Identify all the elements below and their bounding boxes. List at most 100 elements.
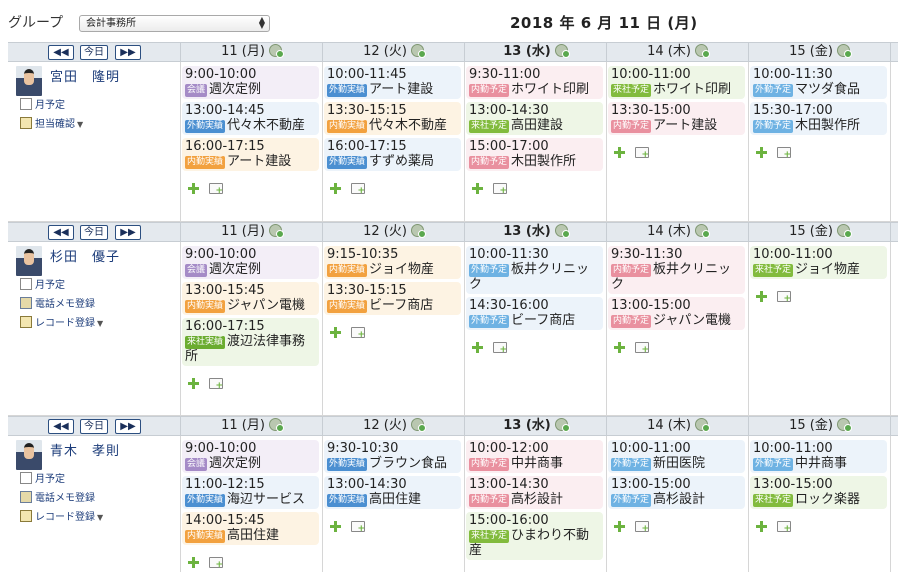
today-button[interactable]: 今日 xyxy=(80,225,108,240)
group-schedule-icon[interactable] xyxy=(268,224,284,238)
group-schedule-icon[interactable] xyxy=(694,418,710,432)
add-event-icon[interactable] xyxy=(756,291,767,302)
add-to-folder-icon[interactable] xyxy=(777,147,791,160)
add-event-icon[interactable] xyxy=(330,327,341,338)
group-schedule-icon[interactable] xyxy=(836,44,852,58)
add-event-icon[interactable] xyxy=(756,147,767,158)
prev-week-button[interactable]: ◀◀ xyxy=(48,45,74,60)
day-header[interactable]: 14 (木) xyxy=(606,417,748,435)
day-header[interactable]: 13 (水) xyxy=(464,43,606,61)
add-to-folder-icon[interactable] xyxy=(209,183,223,196)
user-name[interactable]: 宮田 隆明 xyxy=(50,66,120,85)
next-week-button[interactable]: ▶▶ xyxy=(115,45,141,60)
schedule-event[interactable]: 14:30-16:00 外勤予定 ビーフ商店 xyxy=(466,297,603,330)
schedule-event[interactable]: 11:00-12:15 外勤実績 海辺サービス xyxy=(182,476,319,509)
day-header[interactable]: 15 (金) xyxy=(748,417,890,435)
user-link[interactable]: 月予定 xyxy=(20,96,83,115)
add-event-icon[interactable] xyxy=(472,183,483,194)
schedule-event[interactable]: 15:00-16:00 来社予定 ひまわり不動産 xyxy=(466,512,603,560)
day-header[interactable]: 12 (火) xyxy=(322,223,464,241)
day-header[interactable]: 14 (木) xyxy=(606,43,748,61)
group-schedule-icon[interactable] xyxy=(836,418,852,432)
add-to-folder-icon[interactable] xyxy=(351,327,365,340)
today-button[interactable]: 今日 xyxy=(80,419,108,434)
next-week-button[interactable]: ▶▶ xyxy=(115,419,141,434)
schedule-event[interactable]: 15:00-17:00 内勤予定 木田製作所 xyxy=(466,138,603,171)
day-header[interactable]: 13 (水) xyxy=(464,417,606,435)
schedule-event[interactable]: 13:00-14:30 来社予定 高田建設 xyxy=(466,102,603,135)
day-header[interactable]: 13 (水) xyxy=(464,223,606,241)
schedule-event[interactable]: 13:00-14:30 内勤予定 高杉設計 xyxy=(466,476,603,509)
add-event-icon[interactable] xyxy=(756,521,767,532)
day-header[interactable]: 12 (火) xyxy=(322,43,464,61)
schedule-event[interactable]: 13:30-15:00 内勤予定 アート建設 xyxy=(608,102,745,135)
schedule-event[interactable]: 9:00-10:00 会議 週次定例 xyxy=(182,246,319,279)
user-link[interactable]: 月予定 xyxy=(20,276,103,295)
schedule-event[interactable]: 13:00-15:00 外勤予定 高杉設計 xyxy=(608,476,745,509)
add-event-icon[interactable] xyxy=(614,342,625,353)
today-button[interactable]: 今日 xyxy=(80,45,108,60)
day-header[interactable]: 14 (木) xyxy=(606,223,748,241)
add-event-icon[interactable] xyxy=(614,521,625,532)
add-event-icon[interactable] xyxy=(188,378,199,389)
user-link[interactable]: レコード登録 ▼ xyxy=(20,314,103,333)
add-to-folder-icon[interactable] xyxy=(635,342,649,355)
group-schedule-icon[interactable] xyxy=(410,418,426,432)
group-schedule-icon[interactable] xyxy=(268,44,284,58)
day-header[interactable]: 12 (火) xyxy=(322,417,464,435)
add-to-folder-icon[interactable] xyxy=(635,521,649,534)
group-schedule-icon[interactable] xyxy=(836,224,852,238)
group-schedule-icon[interactable] xyxy=(694,44,710,58)
day-header[interactable]: 11 (月) xyxy=(180,223,322,241)
group-schedule-icon[interactable] xyxy=(554,44,570,58)
schedule-event[interactable]: 14:00-15:45 内勤実績 高田住建 xyxy=(182,512,319,545)
add-event-icon[interactable] xyxy=(188,183,199,194)
schedule-event[interactable]: 10:00-11:30 外勤予定 板井クリニック xyxy=(466,246,603,294)
schedule-event[interactable]: 10:00-12:00 内勤予定 中井商事 xyxy=(466,440,603,473)
avatar[interactable] xyxy=(16,440,42,470)
add-to-folder-icon[interactable] xyxy=(351,183,365,196)
avatar[interactable] xyxy=(16,246,42,276)
avatar[interactable] xyxy=(16,66,42,96)
schedule-event[interactable]: 13:00-15:45 内勤実績 ジャパン電機 xyxy=(182,282,319,315)
add-event-icon[interactable] xyxy=(614,147,625,158)
add-to-folder-icon[interactable] xyxy=(493,342,507,355)
schedule-event[interactable]: 9:00-10:00 会議 週次定例 xyxy=(182,440,319,473)
add-event-icon[interactable] xyxy=(330,521,341,532)
next-week-button[interactable]: ▶▶ xyxy=(115,225,141,240)
schedule-event[interactable]: 16:00-17:15 外勤実績 すずめ薬局 xyxy=(324,138,461,171)
schedule-event[interactable]: 9:00-10:00 会議 週次定例 xyxy=(182,66,319,99)
group-schedule-icon[interactable] xyxy=(410,224,426,238)
schedule-event[interactable]: 9:30-11:30 内勤予定 板井クリニック xyxy=(608,246,745,294)
schedule-event[interactable]: 16:00-17:15 来社実績 渡辺法律事務所 xyxy=(182,318,319,366)
schedule-event[interactable]: 13:30-15:15 内勤実績 ビーフ商店 xyxy=(324,282,461,315)
add-to-folder-icon[interactable] xyxy=(209,557,223,570)
user-link[interactable]: 担当確認 ▼ xyxy=(20,115,83,134)
schedule-event[interactable]: 13:00-14:45 外勤実績 代々木不動産 xyxy=(182,102,319,135)
schedule-event[interactable]: 13:00-14:30 外勤実績 高田住建 xyxy=(324,476,461,509)
add-to-folder-icon[interactable] xyxy=(635,147,649,160)
schedule-event[interactable]: 10:00-11:45 外勤実績 アート建設 xyxy=(324,66,461,99)
add-to-folder-icon[interactable] xyxy=(777,291,791,304)
user-name[interactable]: 青木 孝則 xyxy=(50,440,120,459)
schedule-event[interactable]: 10:00-11:00 外勤予定 中井商事 xyxy=(750,440,887,473)
add-to-folder-icon[interactable] xyxy=(493,183,507,196)
user-name[interactable]: 杉田 優子 xyxy=(50,246,120,265)
group-select[interactable]: 会計事務所 ▲ ▼ xyxy=(79,15,270,32)
user-link[interactable]: 電話メモ登録 xyxy=(20,489,103,508)
add-event-icon[interactable] xyxy=(472,342,483,353)
day-header[interactable]: 11 (月) xyxy=(180,43,322,61)
group-schedule-icon[interactable] xyxy=(554,418,570,432)
user-link[interactable]: レコード登録 ▼ xyxy=(20,508,103,527)
schedule-event[interactable]: 9:30-10:30 外勤実績 ブラウン食品 xyxy=(324,440,461,473)
user-link[interactable]: 電話メモ登録 xyxy=(20,295,103,314)
day-header[interactable]: 11 (月) xyxy=(180,417,322,435)
schedule-event[interactable]: 13:00-15:00 内勤予定 ジャパン電機 xyxy=(608,297,745,330)
add-to-folder-icon[interactable] xyxy=(351,521,365,534)
add-to-folder-icon[interactable] xyxy=(209,378,223,391)
schedule-event[interactable]: 9:15-10:35 内勤実績 ジョイ物産 xyxy=(324,246,461,279)
day-header[interactable]: 15 (金) xyxy=(748,223,890,241)
group-schedule-icon[interactable] xyxy=(694,224,710,238)
schedule-event[interactable]: 10:00-11:00 来社予定 ホワイト印刷 xyxy=(608,66,745,99)
schedule-event[interactable]: 10:00-11:00 来社予定 ジョイ物産 xyxy=(750,246,887,279)
